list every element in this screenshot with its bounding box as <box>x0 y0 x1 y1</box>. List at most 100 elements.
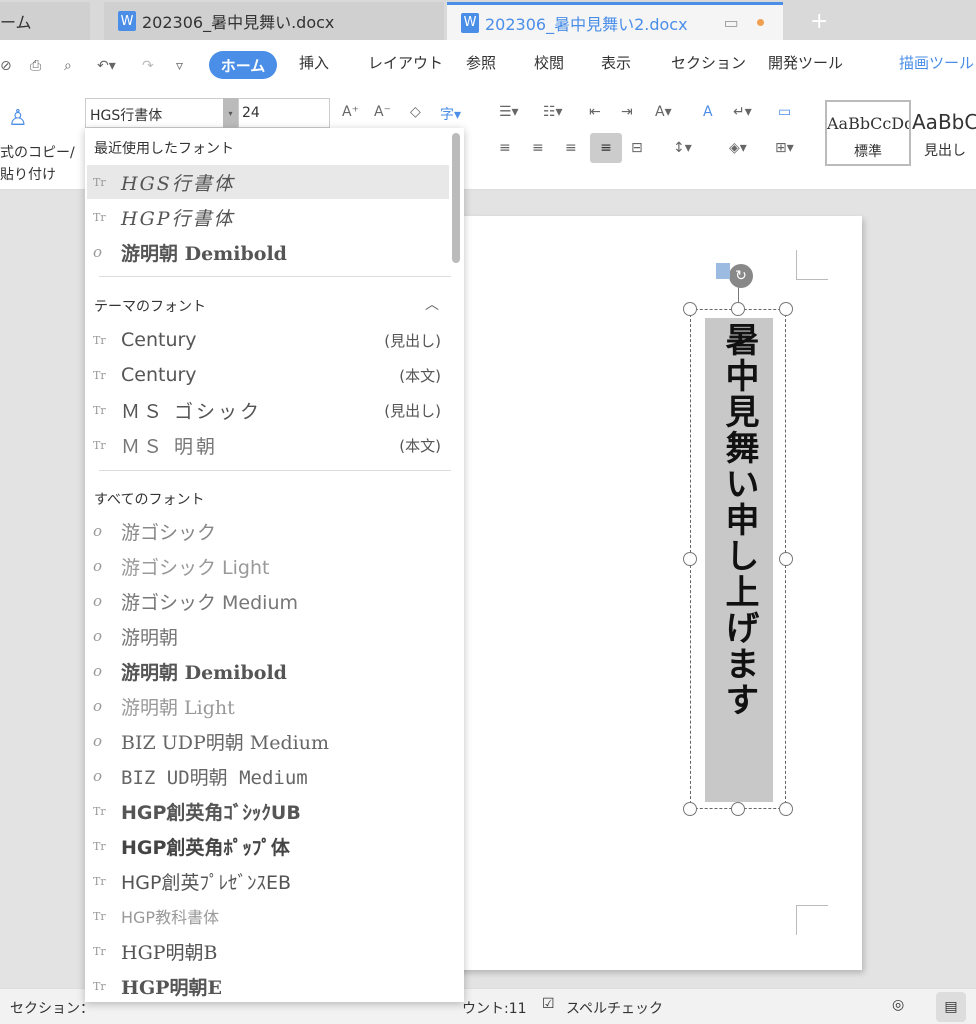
recent-fonts-header: 最近使用したフォント <box>94 141 234 157</box>
font-name: HGP明朝B <box>121 941 218 964</box>
font-item[interactable]: Tr HGS行書体 <box>87 165 449 199</box>
font-item[interactable]: o 游明朝 <box>87 619 449 653</box>
font-item[interactable]: o BIZ UDP明朝 Medium <box>87 724 449 758</box>
preview-icon[interactable]: ⌕ <box>64 58 72 74</box>
customize-icon[interactable]: ▿ <box>176 58 183 74</box>
menu-review[interactable]: 校閲 <box>534 52 564 73</box>
tab-home[interactable]: ーム <box>0 2 90 40</box>
font-item[interactable]: Tr ＭＳ 明朝 (本文) <box>87 428 449 462</box>
font-item[interactable]: o 游明朝 Light <box>87 689 449 723</box>
menu-layout[interactable]: レイアウト <box>368 52 443 73</box>
font-item[interactable]: Tr HGP教科書体 <box>87 899 449 933</box>
font-name: Century <box>121 329 197 351</box>
align-right-icon[interactable]: ≡ <box>565 140 577 156</box>
clear-format-icon[interactable]: ◇ <box>410 104 421 120</box>
font-item[interactable]: Tr ＭＳ ゴシック (見出し) <box>87 393 449 427</box>
align-left-icon[interactable]: ≡ <box>499 140 511 156</box>
resize-handle[interactable] <box>779 552 793 566</box>
font-item[interactable]: o 游ゴシック <box>87 514 449 548</box>
font-item[interactable]: Tr HGP明朝E <box>87 969 449 1002</box>
font-item[interactable]: o 游ゴシック Light <box>87 549 449 583</box>
align-center-icon[interactable]: ≡ <box>532 140 544 156</box>
font-size-input[interactable]: 24 <box>238 98 330 128</box>
paragraph-mark-icon[interactable]: ↵▾ <box>733 104 752 120</box>
style-normal[interactable]: AaBbCcDd 標準 <box>825 100 911 166</box>
font-item[interactable]: o BIZ UD明朝 Medium <box>87 759 449 793</box>
menu-references[interactable]: 参照 <box>466 52 496 73</box>
resize-handle[interactable] <box>683 802 697 816</box>
font-item[interactable]: Tr Century (本文) <box>87 358 449 392</box>
distribute-icon[interactable]: ⊟ <box>631 140 643 156</box>
bullets-icon[interactable]: ☰▾ <box>499 104 519 120</box>
font-item[interactable]: o 游ゴシック Medium <box>87 584 449 618</box>
menu-developer[interactable]: 開発ツール <box>768 52 843 73</box>
resize-handle[interactable] <box>779 802 793 816</box>
resize-handle[interactable] <box>779 302 793 316</box>
rotate-handle-icon[interactable]: ↻ <box>729 264 753 288</box>
font-dropdown-arrow[interactable]: ▾ <box>223 98 238 128</box>
document-page[interactable] <box>437 216 862 970</box>
justify-icon[interactable]: ≡ <box>590 133 622 163</box>
tab-doc-2[interactable]: W 202306_暑中見舞い2.docx ▭ <box>447 2 783 40</box>
font-name-input[interactable]: HGS行書体 <box>85 98 237 128</box>
word-count[interactable]: ウント:11 <box>462 998 527 1018</box>
undo-icon[interactable]: ↶▾ <box>97 58 116 74</box>
tab-doc-1[interactable]: W 202306_暑中見舞い.docx <box>104 2 444 40</box>
format-painter-icon[interactable]: ♙ <box>8 106 28 131</box>
writer-icon: W <box>461 12 479 33</box>
text-direction-icon[interactable]: A▾ <box>655 104 672 120</box>
unsaved-dot <box>756 19 764 26</box>
print-icon[interactable]: ⎙ <box>30 58 41 74</box>
style-sample: AaBbCcDd <box>827 114 909 133</box>
menu-insert[interactable]: 挿入 <box>299 52 329 73</box>
resize-handle[interactable] <box>683 552 697 566</box>
borders-icon[interactable]: ⊞▾ <box>775 140 794 156</box>
style-heading[interactable]: AaBbC 見出し <box>912 100 976 166</box>
phonetic-guide-icon[interactable]: 字▾ <box>440 104 461 124</box>
page-view-icon[interactable]: ▤ <box>936 992 966 1022</box>
opentype-icon: o <box>93 767 103 785</box>
font-item[interactable]: Tr HGP創英角ﾎﾟｯﾌﾟ体 <box>87 829 449 863</box>
shading-icon[interactable]: ◈▾ <box>729 140 747 156</box>
sort-icon[interactable]: A <box>703 104 713 120</box>
tab-home-ribbon[interactable]: ホーム <box>209 51 277 79</box>
all-fonts-header: すべてのフォント <box>94 492 205 508</box>
font-item[interactable]: Tr HGP行書体 <box>87 200 449 234</box>
increase-indent-icon[interactable]: ⇥ <box>621 104 633 120</box>
font-item[interactable]: Tr HGP明朝B <box>87 934 449 968</box>
font-name: HGP創英角ｺﾞｼｯｸUB <box>121 801 301 824</box>
font-item[interactable]: Tr Century (見出し) <box>87 323 449 357</box>
decrease-indent-icon[interactable]: ⇤ <box>589 104 601 120</box>
resize-handle[interactable] <box>731 802 745 816</box>
opentype-icon: o <box>93 732 103 750</box>
font-item[interactable]: Tr HGP創英ﾌﾟﾚｾﾞﾝｽEB <box>87 864 449 898</box>
font-item[interactable]: o 游明朝 Demibold <box>87 654 449 688</box>
ruler-icon[interactable]: ▭ <box>778 104 791 120</box>
opentype-icon: o <box>93 627 103 645</box>
scrollbar-thumb[interactable] <box>452 133 460 263</box>
style-sample: AaBbC <box>912 110 976 134</box>
format-painter-label[interactable]: 式のコピー/ <box>0 142 75 162</box>
line-spacing-icon[interactable]: ↕▾ <box>673 140 692 156</box>
font-item[interactable]: Tr HGP創英角ｺﾞｼｯｸUB <box>87 794 449 828</box>
menu-drawing-tools[interactable]: 描画ツール <box>899 52 974 73</box>
new-tab-button[interactable]: + <box>796 2 828 40</box>
opentype-icon: o <box>93 522 103 540</box>
shrink-font-icon[interactable]: A⁻ <box>374 104 391 120</box>
numbering-icon[interactable]: ☷▾ <box>543 104 563 120</box>
resize-handle[interactable] <box>683 302 697 316</box>
font-item[interactable]: o 游明朝 Demibold <box>87 235 449 269</box>
menu-section[interactable]: セクション <box>671 52 746 73</box>
link-icon[interactable]: ⊘ <box>0 58 12 74</box>
grow-font-icon[interactable]: A⁺ <box>342 104 359 120</box>
resize-handle[interactable] <box>731 302 745 316</box>
spellcheck-button[interactable]: スペルチェック <box>566 998 663 1018</box>
paste-label[interactable]: 貼り付け <box>0 164 56 184</box>
section-indicator[interactable]: セクション： <box>10 998 94 1018</box>
eye-protect-icon[interactable]: ◎ <box>892 997 904 1013</box>
writer-icon: W <box>118 11 136 31</box>
chevron-up-icon[interactable]: ︿ <box>425 294 439 314</box>
redo-icon[interactable]: ↷ <box>142 58 154 74</box>
layout-options-icon[interactable] <box>716 263 730 279</box>
menu-view[interactable]: 表示 <box>601 52 631 73</box>
